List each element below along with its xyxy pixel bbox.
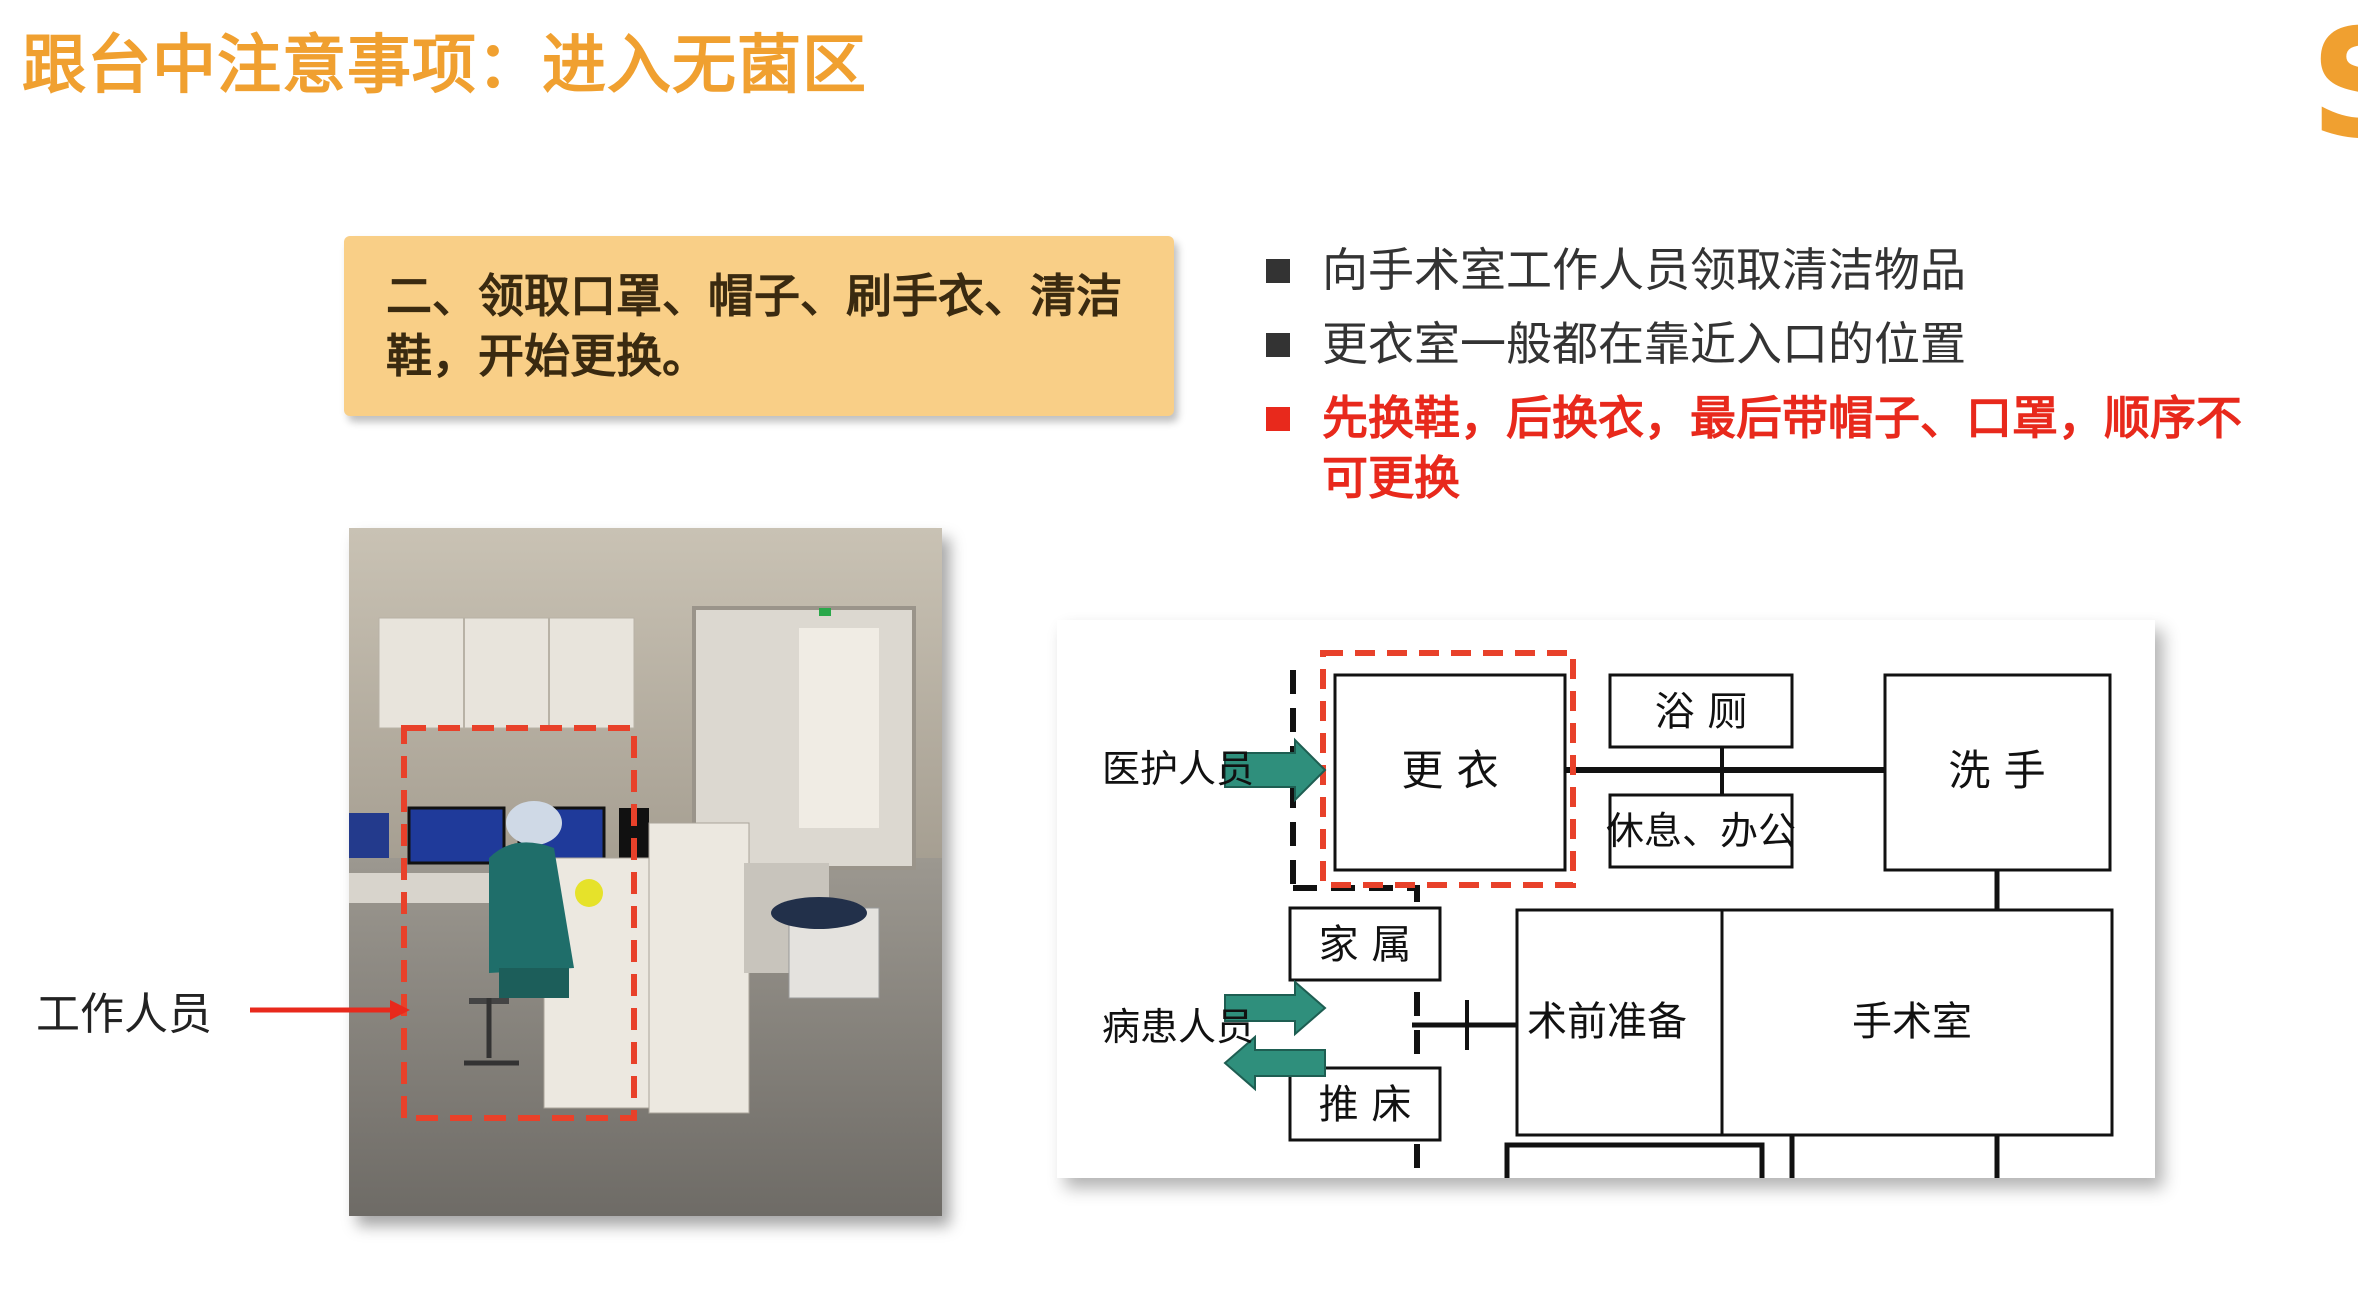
step-callout-text: 二、领取口罩、帽子、刷手衣、清洁鞋，开始更换。 [386, 269, 1122, 383]
step-callout: 二、领取口罩、帽子、刷手衣、清洁鞋，开始更换。 [344, 236, 1174, 416]
bullet-text: 先换鞋，后换衣，最后带帽子、口罩，顺序不可更换 [1322, 391, 2242, 505]
hand-wash-label: 洗 手 [1948, 746, 2045, 795]
bullet-text: 更衣室一般都在靠近入口的位置 [1322, 317, 1966, 371]
staff-label: 工作人员 [36, 989, 212, 1040]
stretcher-label: 推 床 [1319, 1082, 1412, 1128]
brand-logo-letter: S [2310, 10, 2358, 160]
floor-plan-svg: 医护人员 更 衣 浴 厕 休息、办公 洗 手 家 属 病患人员 推 床 术前准备… [1102, 650, 2114, 1178]
nurse-station-photo [349, 528, 942, 1216]
bullet-item-emphasis: 先换鞋，后换衣，最后带帽子、口罩，顺序不可更换 [1262, 388, 2272, 508]
rest-office-label: 休息、办公 [1606, 809, 1796, 853]
patient-staff-label: 病患人员 [1102, 1005, 1254, 1049]
operating-room-label: 手术室 [1852, 999, 1972, 1045]
nurse-station-illustration [349, 528, 942, 1216]
floor-plan-diagram: 医护人员 更 衣 浴 厕 休息、办公 洗 手 家 属 病患人员 推 床 术前准备… [1057, 620, 2155, 1178]
bath-toilet-label: 浴 厕 [1655, 689, 1748, 735]
page-title: 跟台中注意事项：进入无菌区 [22, 29, 867, 103]
square-bullet-icon [1266, 259, 1290, 283]
pre-op-label: 术前准备 [1527, 999, 1687, 1045]
square-bullet-icon [1266, 407, 1290, 431]
bullet-item: 更衣室一般都在靠近入口的位置 [1262, 314, 2272, 374]
medical-staff-label: 医护人员 [1102, 747, 1254, 791]
bullet-text: 向手术室工作人员领取清洁物品 [1322, 243, 1966, 297]
square-bullet-icon [1266, 333, 1290, 357]
bullet-item: 向手术室工作人员领取清洁物品 [1262, 240, 2272, 300]
bullet-list: 向手术室工作人员领取清洁物品 更衣室一般都在靠近入口的位置 先换鞋，后换衣，最后… [1262, 240, 2272, 522]
pointer-arrow-icon [250, 1000, 410, 1020]
changing-room-label: 更 衣 [1401, 746, 1498, 795]
family-label: 家 属 [1319, 922, 1412, 968]
